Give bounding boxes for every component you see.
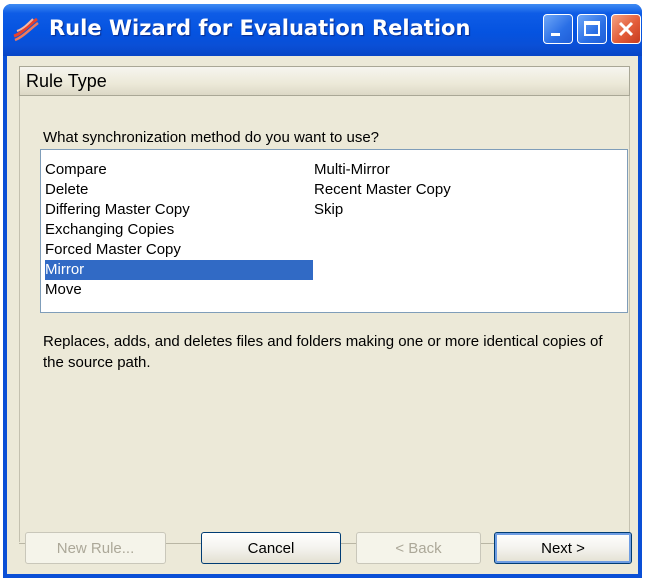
next-button[interactable]: Next >	[494, 532, 632, 564]
wizard-window: Rule Wizard for Evaluation Relation Rule…	[3, 4, 642, 578]
method-column-1: Compare Delete Differing Master Copy Exc…	[45, 160, 313, 300]
method-item-compare[interactable]: Compare	[45, 160, 313, 180]
method-description: Replaces, adds, and deletes files and fo…	[43, 333, 603, 371]
window-title: Rule Wizard for Evaluation Relation	[49, 16, 471, 40]
method-item-delete[interactable]: Delete	[45, 180, 313, 200]
maximize-button[interactable]	[577, 14, 607, 44]
method-item-differing-master-copy[interactable]: Differing Master Copy	[45, 200, 313, 220]
minimize-button[interactable]	[543, 14, 573, 44]
method-item-mirror[interactable]: Mirror	[45, 260, 313, 280]
back-button[interactable]: < Back	[356, 532, 481, 564]
method-item-multi-mirror[interactable]: Multi-Mirror	[314, 160, 564, 180]
method-listbox[interactable]: Compare Delete Differing Master Copy Exc…	[40, 149, 628, 313]
method-item-skip[interactable]: Skip	[314, 200, 564, 220]
wizard-client-area: Rule Type What synchronization method do…	[7, 56, 638, 574]
method-item-recent-master-copy[interactable]: Recent Master Copy	[314, 180, 564, 200]
method-item-exchanging-copies[interactable]: Exchanging Copies	[45, 220, 313, 240]
new-rule-button[interactable]: New Rule...	[25, 532, 166, 564]
title-bar[interactable]: Rule Wizard for Evaluation Relation	[3, 4, 642, 56]
app-logo-icon	[11, 14, 41, 44]
close-button[interactable]	[611, 14, 641, 44]
method-column-2: Multi-Mirror Recent Master Copy Skip	[314, 160, 564, 220]
question-label: What synchronization method do you want …	[43, 129, 380, 146]
step-header: Rule Type	[19, 66, 630, 96]
method-item-forced-master-copy[interactable]: Forced Master Copy	[45, 240, 313, 260]
method-item-move[interactable]: Move	[45, 280, 313, 300]
step-title: Rule Type	[26, 71, 107, 91]
cancel-button[interactable]: Cancel	[201, 532, 341, 564]
